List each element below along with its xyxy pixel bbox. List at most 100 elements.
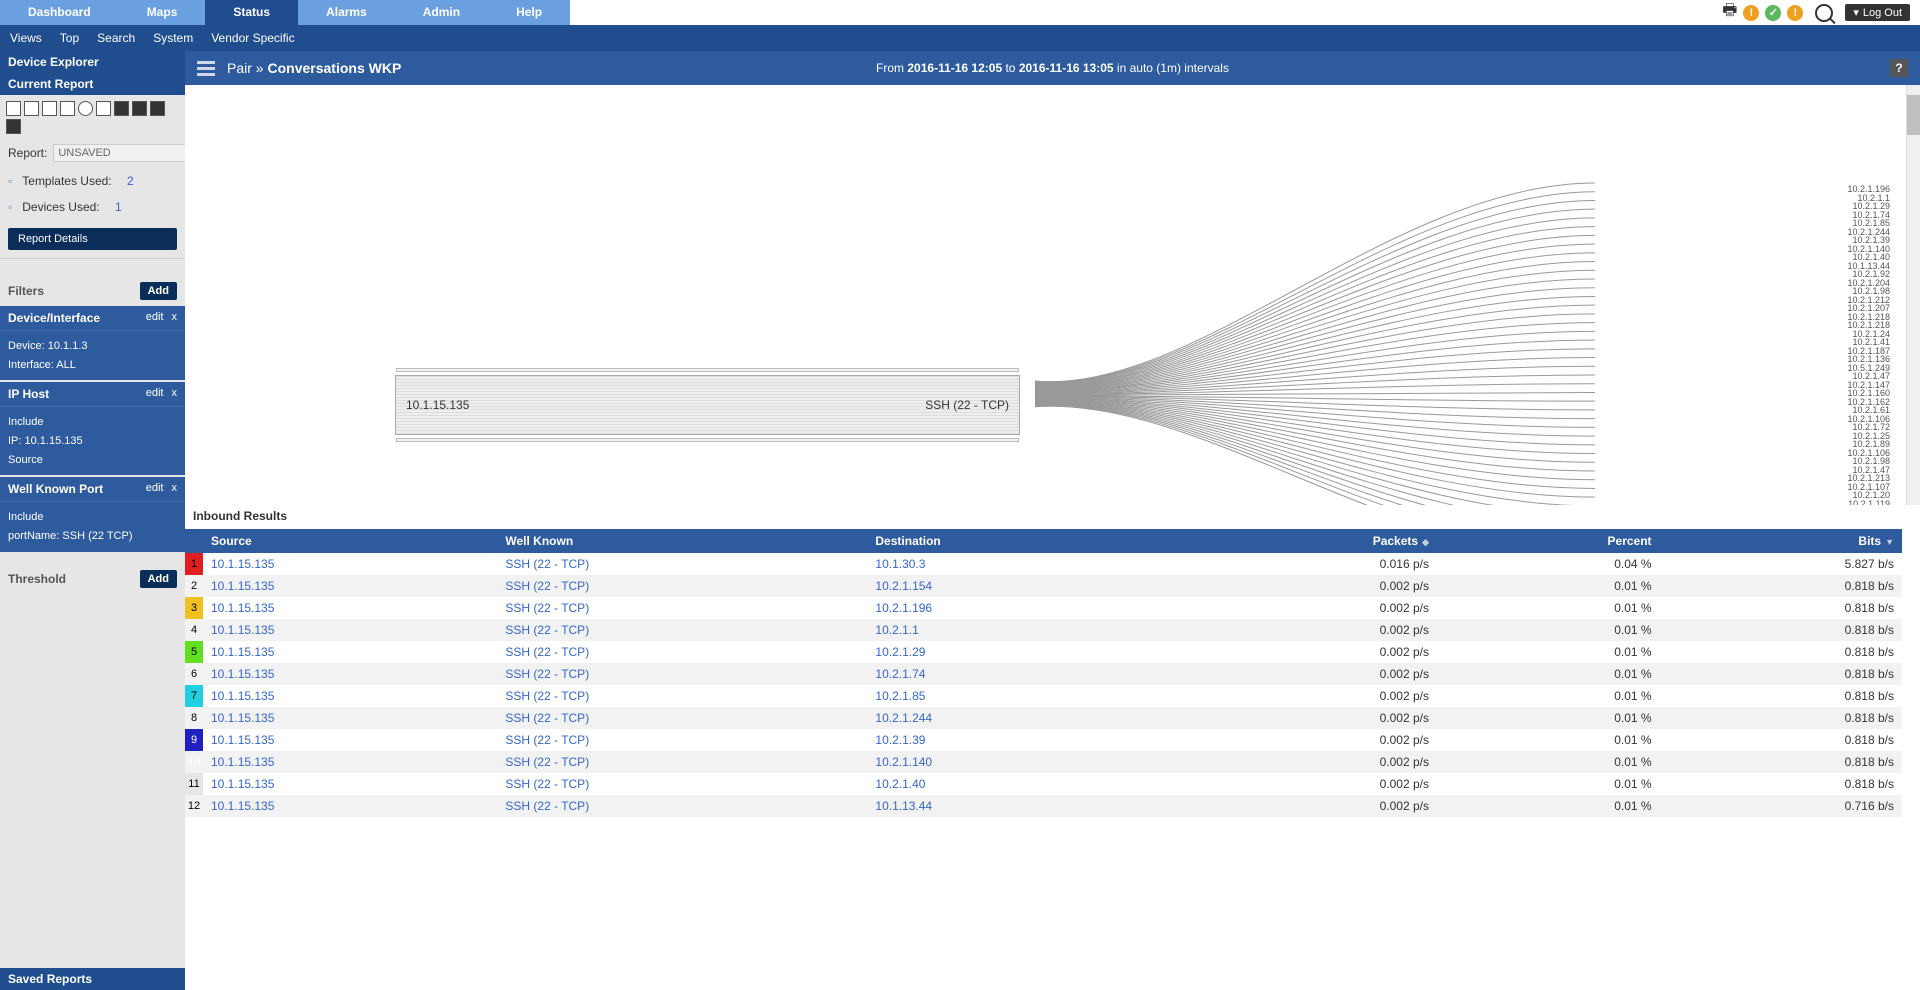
help-icon[interactable]: ? bbox=[1890, 59, 1908, 77]
cell-source[interactable]: 10.1.15.135 bbox=[203, 751, 497, 773]
templates-used-count[interactable]: 2 bbox=[127, 174, 134, 188]
cell-destination[interactable]: 10.2.1.154 bbox=[867, 575, 1169, 597]
filter-edit-link[interactable]: edit bbox=[146, 482, 164, 496]
table-row[interactable]: 1210.1.15.135SSH (22 - TCP)10.1.13.440.0… bbox=[185, 795, 1902, 817]
cell-wellknown[interactable]: SSH (22 - TCP) bbox=[497, 773, 867, 795]
tab-alarms[interactable]: Alarms bbox=[298, 0, 395, 25]
expand-icon[interactable]: ◦ bbox=[8, 200, 12, 214]
sidebar-device-explorer[interactable]: Device Explorer bbox=[0, 51, 185, 73]
table-row[interactable]: 510.1.15.135SSH (22 - TCP)10.2.1.290.002… bbox=[185, 641, 1902, 663]
cell-destination[interactable]: 10.2.1.244 bbox=[867, 707, 1169, 729]
th-percent[interactable]: Percent bbox=[1437, 529, 1660, 553]
cell-wellknown[interactable]: SSH (22 - TCP) bbox=[497, 795, 867, 817]
tool-export-icon[interactable] bbox=[6, 119, 21, 134]
subnav-vendor[interactable]: Vendor Specific bbox=[211, 31, 294, 45]
status-lamp-alert-icon[interactable]: ! bbox=[1787, 5, 1803, 21]
tab-help[interactable]: Help bbox=[488, 0, 570, 25]
tool-grid-icon[interactable] bbox=[96, 101, 111, 116]
devices-used-count[interactable]: 1 bbox=[115, 200, 122, 214]
status-lamp-ok-icon[interactable]: ✓ bbox=[1765, 5, 1781, 21]
cell-destination[interactable]: 10.2.1.85 bbox=[867, 685, 1169, 707]
expand-icon[interactable]: ◦ bbox=[8, 174, 12, 188]
table-row[interactable]: 1010.1.15.135SSH (22 - TCP)10.2.1.1400.0… bbox=[185, 751, 1902, 773]
filter-edit-link[interactable]: edit bbox=[146, 311, 164, 325]
cell-source[interactable]: 10.1.15.135 bbox=[203, 619, 497, 641]
vertical-scrollbar[interactable] bbox=[1906, 85, 1920, 505]
cell-source[interactable]: 10.1.15.135 bbox=[203, 641, 497, 663]
search-icon[interactable] bbox=[1815, 4, 1833, 22]
tool-icon-2[interactable] bbox=[24, 101, 39, 116]
table-row[interactable]: 710.1.15.135SSH (22 - TCP)10.2.1.850.002… bbox=[185, 685, 1902, 707]
cell-destination[interactable]: 10.2.1.196 bbox=[867, 597, 1169, 619]
subnav-system[interactable]: System bbox=[153, 31, 193, 45]
tool-clock-icon[interactable] bbox=[78, 101, 93, 116]
cell-wellknown[interactable]: SSH (22 - TCP) bbox=[497, 553, 867, 575]
cell-destination[interactable]: 10.2.1.29 bbox=[867, 641, 1169, 663]
cell-source[interactable]: 10.1.15.135 bbox=[203, 773, 497, 795]
subnav-top[interactable]: Top bbox=[60, 31, 79, 45]
filter-close-link[interactable]: x bbox=[172, 482, 178, 496]
th-destination[interactable]: Destination bbox=[867, 529, 1169, 553]
cell-source[interactable]: 10.1.15.135 bbox=[203, 663, 497, 685]
tool-csv-icon[interactable] bbox=[132, 101, 147, 116]
table-row[interactable]: 1110.1.15.135SSH (22 - TCP)10.2.1.400.00… bbox=[185, 773, 1902, 795]
table-row[interactable]: 610.1.15.135SSH (22 - TCP)10.2.1.740.002… bbox=[185, 663, 1902, 685]
table-row[interactable]: 210.1.15.135SSH (22 - TCP)10.2.1.1540.00… bbox=[185, 575, 1902, 597]
table-row[interactable]: 910.1.15.135SSH (22 - TCP)10.2.1.390.002… bbox=[185, 729, 1902, 751]
cell-source[interactable]: 10.1.15.135 bbox=[203, 553, 497, 575]
cell-source[interactable]: 10.1.15.135 bbox=[203, 795, 497, 817]
cell-source[interactable]: 10.1.15.135 bbox=[203, 729, 497, 751]
cell-wellknown[interactable]: SSH (22 - TCP) bbox=[497, 685, 867, 707]
tab-status[interactable]: Status bbox=[205, 0, 298, 25]
tool-icon-3[interactable] bbox=[42, 101, 57, 116]
sankey-source-node[interactable]: 10.1.15.135 SSH (22 - TCP) bbox=[395, 375, 1020, 435]
th-bits[interactable]: Bits▼ bbox=[1660, 529, 1902, 553]
cell-wellknown[interactable]: SSH (22 - TCP) bbox=[497, 751, 867, 773]
filter-close-link[interactable]: x bbox=[172, 311, 178, 325]
cell-destination[interactable]: 10.2.1.39 bbox=[867, 729, 1169, 751]
tab-maps[interactable]: Maps bbox=[119, 0, 206, 25]
table-row[interactable]: 810.1.15.135SSH (22 - TCP)10.2.1.2440.00… bbox=[185, 707, 1902, 729]
cell-destination[interactable]: 10.2.1.1 bbox=[867, 619, 1169, 641]
subnav-views[interactable]: Views bbox=[10, 31, 42, 45]
cell-destination[interactable]: 10.2.1.140 bbox=[867, 751, 1169, 773]
report-name-input[interactable] bbox=[53, 144, 185, 162]
table-row[interactable]: 410.1.15.135SSH (22 - TCP)10.2.1.10.002 … bbox=[185, 619, 1902, 641]
tool-print-icon[interactable] bbox=[114, 101, 129, 116]
status-lamp-warning-icon[interactable]: ! bbox=[1743, 5, 1759, 21]
table-row[interactable]: 310.1.15.135SSH (22 - TCP)10.2.1.1960.00… bbox=[185, 597, 1902, 619]
cell-destination[interactable]: 10.2.1.74 bbox=[867, 663, 1169, 685]
sidebar-current-report[interactable]: Current Report bbox=[0, 73, 185, 95]
cell-source[interactable]: 10.1.15.135 bbox=[203, 685, 497, 707]
tool-icon-1[interactable] bbox=[6, 101, 21, 116]
cell-wellknown[interactable]: SSH (22 - TCP) bbox=[497, 707, 867, 729]
cell-source[interactable]: 10.1.15.135 bbox=[203, 597, 497, 619]
report-details-button[interactable]: Report Details bbox=[8, 228, 177, 250]
sankey-target-label[interactable]: 10.2.1.119 bbox=[1847, 500, 1890, 506]
cell-source[interactable]: 10.1.15.135 bbox=[203, 575, 497, 597]
cell-destination[interactable]: 10.1.30.3 bbox=[867, 553, 1169, 575]
th-source[interactable]: Source bbox=[203, 529, 497, 553]
threshold-add-button[interactable]: Add bbox=[140, 570, 177, 588]
cell-wellknown[interactable]: SSH (22 - TCP) bbox=[497, 619, 867, 641]
table-row[interactable]: 110.1.15.135SSH (22 - TCP)10.1.30.30.016… bbox=[185, 553, 1902, 575]
tool-icon-4[interactable] bbox=[60, 101, 75, 116]
cell-destination[interactable]: 10.2.1.40 bbox=[867, 773, 1169, 795]
cell-destination[interactable]: 10.1.13.44 bbox=[867, 795, 1169, 817]
cell-source[interactable]: 10.1.15.135 bbox=[203, 707, 497, 729]
printer-icon[interactable]: 🖶 bbox=[1722, 0, 1737, 26]
tab-dashboard[interactable]: Dashboard bbox=[0, 0, 119, 25]
cell-wellknown[interactable]: SSH (22 - TCP) bbox=[497, 597, 867, 619]
cell-wellknown[interactable]: SSH (22 - TCP) bbox=[497, 641, 867, 663]
menu-icon[interactable] bbox=[197, 61, 215, 76]
filters-add-button[interactable]: Add bbox=[140, 282, 177, 300]
th-packets[interactable]: Packets◆ bbox=[1169, 529, 1437, 553]
sidebar-saved-reports[interactable]: Saved Reports bbox=[0, 968, 185, 990]
cell-wellknown[interactable]: SSH (22 - TCP) bbox=[497, 663, 867, 685]
th-wellknown[interactable]: Well Known bbox=[497, 529, 867, 553]
filter-edit-link[interactable]: edit bbox=[146, 387, 164, 401]
tool-pdf-icon[interactable] bbox=[150, 101, 165, 116]
cell-wellknown[interactable]: SSH (22 - TCP) bbox=[497, 575, 867, 597]
subnav-search[interactable]: Search bbox=[97, 31, 135, 45]
filter-close-link[interactable]: x bbox=[172, 387, 178, 401]
